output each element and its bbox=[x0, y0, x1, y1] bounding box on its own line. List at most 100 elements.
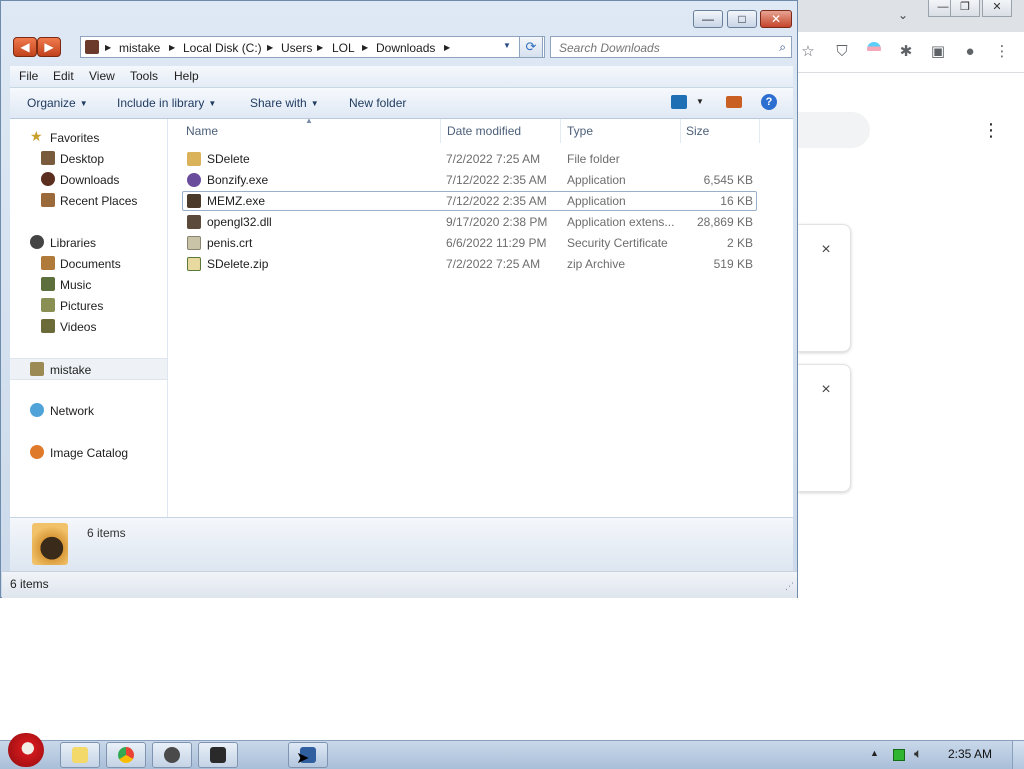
dropdown-arrow-icon[interactable]: ▼ bbox=[503, 41, 511, 50]
sidepanel-icon[interactable]: ▣ bbox=[928, 42, 948, 62]
chevron-right-icon[interactable]: ▶ bbox=[169, 43, 175, 52]
file-row[interactable]: penis.crt 6/6/2022 11:29 PM Security Cer… bbox=[182, 233, 757, 253]
forward-button[interactable]: ▶ bbox=[37, 37, 61, 57]
menu-file[interactable]: File bbox=[19, 69, 38, 83]
taskbar-chrome-button[interactable] bbox=[106, 742, 146, 768]
nav-favorites[interactable]: ★ Favorites bbox=[10, 127, 167, 147]
chrome-close-button[interactable]: ✕ bbox=[982, 0, 1012, 17]
breadcrumb-item[interactable]: LOL bbox=[332, 41, 355, 55]
chevron-right-icon[interactable]: ▶ bbox=[444, 43, 450, 52]
file-list: Name ▲ Date modified Type Size SDelete 7… bbox=[168, 116, 793, 517]
search-box[interactable] bbox=[798, 112, 870, 148]
application-icon bbox=[187, 194, 201, 208]
file-row[interactable]: Bonzify.exe 7/12/2022 2:35 AM Applicatio… bbox=[182, 170, 757, 190]
volume-icon[interactable]: 🔈︎ bbox=[914, 745, 922, 762]
nav-pictures[interactable]: Pictures bbox=[10, 295, 167, 315]
menu-help[interactable]: Help bbox=[174, 69, 199, 83]
maximize-button[interactable]: □ bbox=[727, 10, 757, 28]
nav-computer[interactable]: mistake bbox=[10, 358, 167, 380]
refresh-button[interactable]: ⟳ bbox=[519, 36, 543, 58]
menu-edit[interactable]: Edit bbox=[53, 69, 74, 83]
nav-image-catalog[interactable]: Image Catalog bbox=[10, 442, 167, 462]
nav-downloads[interactable]: Downloads bbox=[10, 169, 167, 189]
more-vert-icon[interactable]: ⋮ bbox=[992, 42, 1012, 62]
libraries-icon bbox=[30, 235, 44, 249]
puzzle-icon[interactable]: ✱ bbox=[896, 42, 916, 62]
nav-desktop[interactable]: Desktop bbox=[10, 148, 167, 168]
menu-view[interactable]: View bbox=[89, 69, 115, 83]
start-button[interactable] bbox=[4, 731, 50, 769]
nav-documents[interactable]: Documents bbox=[10, 253, 167, 273]
chrome-restore-button[interactable]: ❐ bbox=[950, 0, 980, 17]
preview-pane-icon[interactable] bbox=[726, 96, 742, 108]
close-icon[interactable]: × bbox=[818, 382, 834, 398]
gear-icon bbox=[164, 747, 180, 763]
resize-grip-icon[interactable]: ⋰ bbox=[785, 581, 794, 592]
chevron-right-icon[interactable]: ▶ bbox=[267, 43, 273, 52]
taskbar-explorer-button[interactable] bbox=[60, 742, 100, 768]
application-icon bbox=[187, 173, 201, 187]
file-row[interactable]: SDelete.zip 7/2/2022 7:25 AM zip Archive… bbox=[182, 254, 757, 274]
column-type[interactable]: Type bbox=[567, 124, 593, 138]
search-field[interactable]: ⌕ bbox=[550, 36, 792, 58]
column-date-modified[interactable]: Date modified bbox=[447, 124, 521, 138]
organize-button[interactable]: Organize ▼ bbox=[27, 96, 88, 110]
more-vert-icon[interactable]: ⋮ bbox=[982, 120, 1000, 141]
breadcrumb-item[interactable]: Users bbox=[281, 41, 312, 55]
file-size: 6,545 KB bbox=[703, 173, 753, 187]
file-name: MEMZ.exe bbox=[207, 194, 266, 208]
chevron-down-icon[interactable]: ▼ bbox=[696, 97, 704, 106]
chevron-right-icon[interactable]: ▶ bbox=[317, 43, 323, 52]
file-row-selected[interactable]: MEMZ.exe 7/12/2022 2:35 AM Application 1… bbox=[182, 191, 757, 211]
breadcrumb-item[interactable]: Downloads bbox=[376, 41, 435, 55]
nav-network[interactable]: Network bbox=[10, 400, 167, 420]
menu-tools[interactable]: Tools bbox=[130, 69, 158, 83]
nav-libraries[interactable]: Libraries bbox=[10, 232, 167, 252]
videos-icon bbox=[41, 319, 55, 333]
close-button[interactable]: ✕ bbox=[760, 10, 792, 28]
clock[interactable]: 2:35 AM bbox=[948, 747, 992, 761]
battery-icon[interactable] bbox=[893, 749, 905, 761]
folder-thumbnail-icon bbox=[32, 523, 68, 565]
view-toggle-icon[interactable] bbox=[671, 95, 687, 109]
column-name[interactable]: Name bbox=[186, 124, 218, 138]
file-type: Application bbox=[567, 194, 626, 208]
chevron-right-icon[interactable]: ▶ bbox=[105, 43, 111, 52]
profile-icon[interactable]: ● bbox=[960, 42, 980, 62]
breadcrumb-item[interactable]: Local Disk (C:) bbox=[183, 41, 262, 55]
chevron-up-icon[interactable]: ▲ bbox=[870, 748, 879, 758]
file-type: Security Certificate bbox=[567, 236, 668, 250]
help-icon[interactable]: ? bbox=[761, 94, 777, 110]
taskbar-app-button[interactable] bbox=[198, 742, 238, 768]
extension-badge-icon[interactable] bbox=[864, 42, 884, 62]
search-icon[interactable]: ⌕ bbox=[779, 40, 786, 55]
back-button[interactable]: ◀ bbox=[13, 37, 37, 57]
file-name: opengl32.dll bbox=[207, 215, 272, 229]
nav-recent-places[interactable]: Recent Places bbox=[10, 190, 167, 210]
star-icon: ★ bbox=[30, 128, 43, 144]
column-size[interactable]: Size bbox=[686, 124, 709, 138]
zip-icon bbox=[187, 257, 201, 271]
file-date: 7/2/2022 7:25 AM bbox=[446, 257, 541, 271]
share-with-button[interactable]: Share with ▼ bbox=[250, 96, 319, 110]
explorer-window: — □ ✕ ◀ ▶ ▶ mistake ▶ Local Disk (C:) ▶ … bbox=[0, 0, 798, 598]
chevron-down-icon[interactable]: ⌄ bbox=[898, 8, 908, 22]
breadcrumb-item[interactable]: mistake bbox=[119, 41, 160, 55]
recent-places-icon bbox=[41, 193, 55, 207]
new-folder-button[interactable]: New folder bbox=[349, 96, 406, 110]
network-icon bbox=[30, 403, 44, 417]
chevron-right-icon[interactable]: ▶ bbox=[362, 43, 368, 52]
star-icon[interactable]: ☆ bbox=[798, 42, 818, 62]
file-row[interactable]: opengl32.dll 9/17/2020 2:38 PM Applicati… bbox=[182, 212, 757, 232]
search-input[interactable] bbox=[557, 40, 771, 56]
nav-music[interactable]: Music bbox=[10, 274, 167, 294]
close-icon[interactable]: × bbox=[818, 242, 834, 258]
nav-videos[interactable]: Videos bbox=[10, 316, 167, 336]
minimize-button[interactable]: — bbox=[693, 10, 723, 28]
show-desktop-button[interactable] bbox=[1012, 741, 1024, 769]
include-in-library-button[interactable]: Include in library ▼ bbox=[117, 96, 216, 110]
address-bar[interactable]: ▶ mistake ▶ Local Disk (C:) ▶ Users ▶ LO… bbox=[80, 36, 545, 58]
shield-icon[interactable]: ⛉ bbox=[832, 42, 852, 62]
file-row[interactable]: SDelete 7/2/2022 7:25 AM File folder bbox=[182, 149, 757, 169]
taskbar-app-button[interactable] bbox=[152, 742, 192, 768]
